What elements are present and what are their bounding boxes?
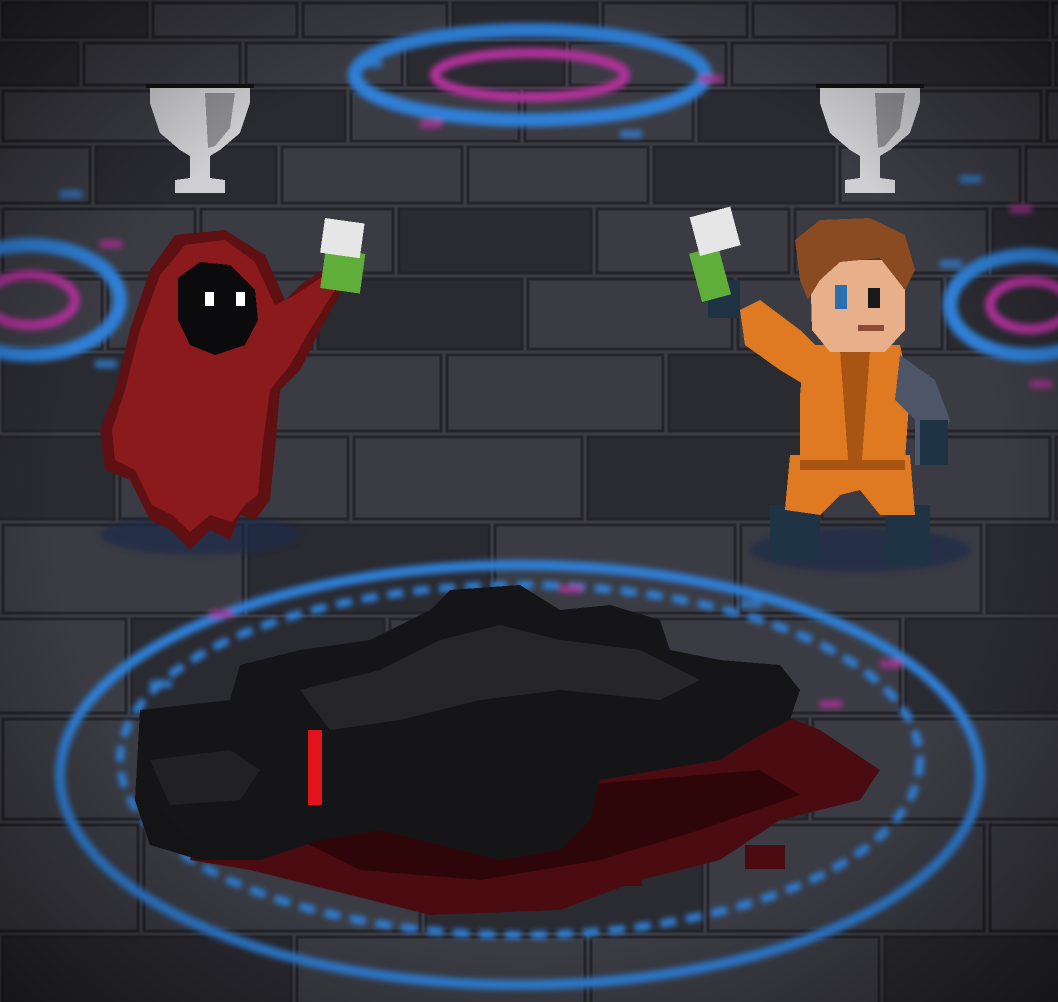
vignette-overlay: [0, 0, 1058, 1002]
game-scene: [0, 0, 1058, 1002]
stage-canvas: [0, 0, 1058, 1002]
